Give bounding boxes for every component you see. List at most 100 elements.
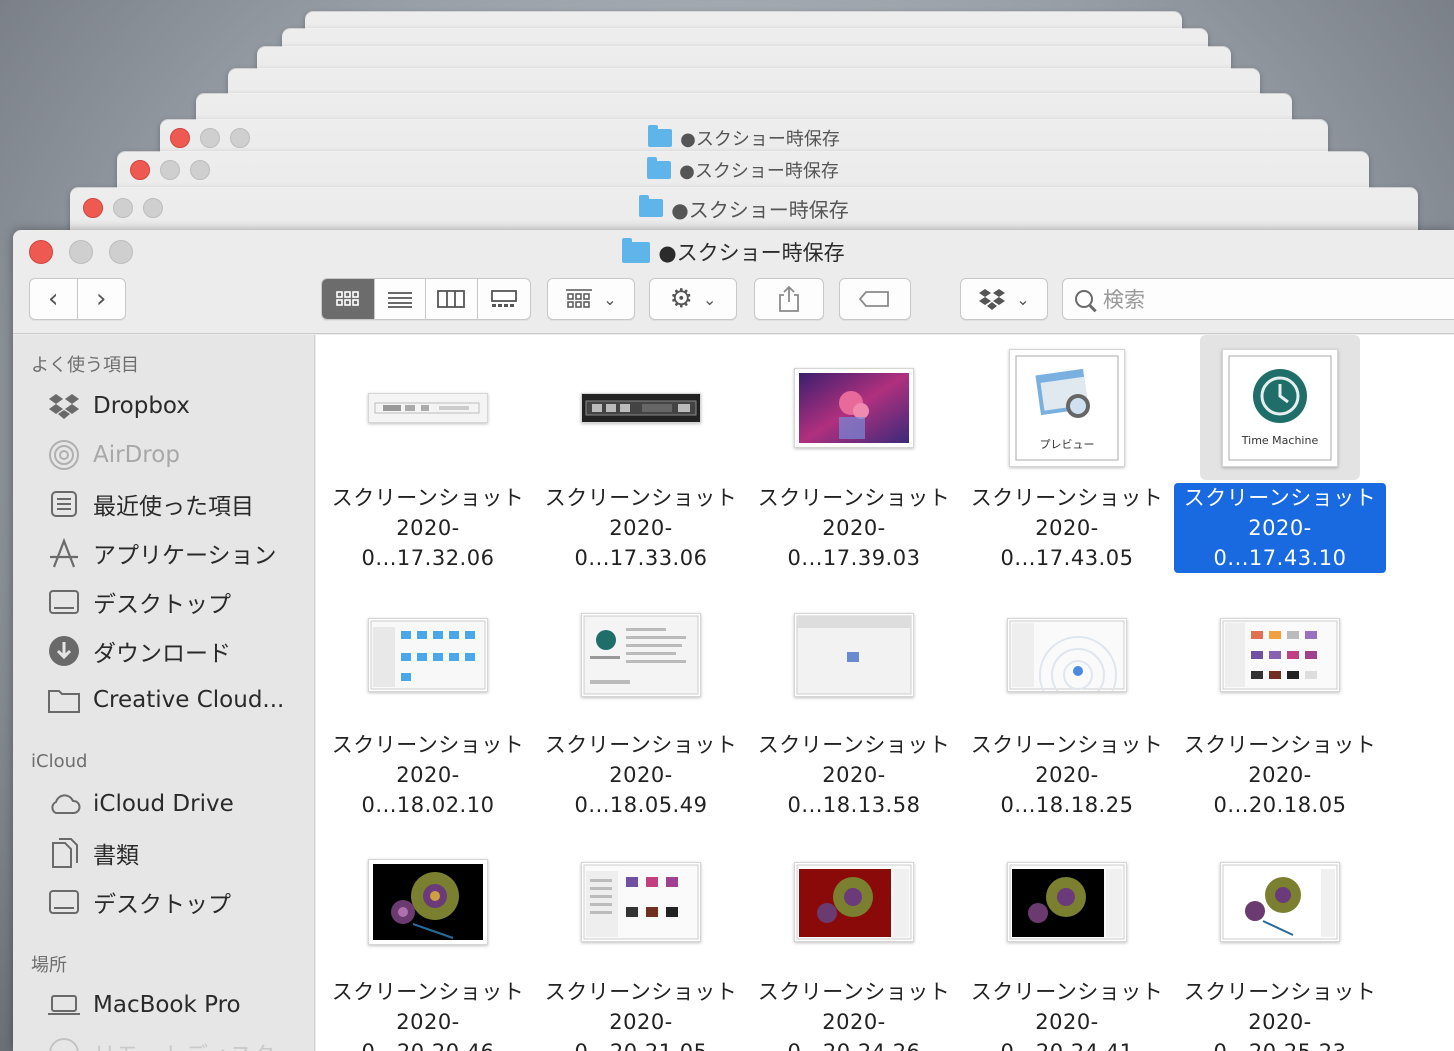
- sidebar-item-desktop[interactable]: デスクトップ: [47, 584, 231, 620]
- file-thumbnail: [1220, 617, 1340, 692]
- file-name: スクリーンショット: [757, 980, 951, 1004]
- sidebar-section-favorites: よく使う項目: [31, 355, 139, 376]
- sidebar-item-label: Dropbox: [93, 393, 190, 419]
- share-button[interactable]: [754, 278, 824, 320]
- file-name-date: 2020-0...18.18.25: [1000, 763, 1134, 817]
- zoom-icon[interactable]: [109, 240, 133, 264]
- window-title: ●スクショー時保存: [679, 161, 839, 182]
- thumbnail-caption: Time Machine: [1241, 433, 1319, 447]
- file-name: スクリーンショット: [544, 980, 738, 1004]
- sidebar-item-creative-cloud[interactable]: Creative Cloud...: [47, 682, 284, 718]
- chevron-down-icon: ⌄: [702, 289, 717, 309]
- file-name-date: 2020-0...17.43.05: [1000, 516, 1134, 570]
- gallery-view-button[interactable]: [478, 279, 530, 319]
- file-thumbnail: [794, 612, 914, 697]
- chevron-down-icon: ⌄: [603, 289, 617, 309]
- file-name: スクリーンショット: [757, 733, 951, 757]
- forward-button[interactable]: ›: [78, 279, 126, 319]
- sidebar-item-label: アプリケーション: [93, 543, 277, 569]
- list-view-button[interactable]: [375, 279, 426, 319]
- sidebar-item-label: デスクトップ: [93, 592, 231, 618]
- file-thumbnail: [1220, 861, 1340, 942]
- tags-button[interactable]: [839, 278, 911, 320]
- file-thumbnail: [368, 858, 488, 945]
- gear-icon: ⚙: [669, 284, 693, 314]
- file-name-date: 2020-0...18.13.58: [787, 763, 921, 817]
- list-icon: [387, 292, 412, 308]
- file-thumbnail: [794, 861, 914, 942]
- share-icon: [779, 285, 799, 312]
- back-button[interactable]: ‹: [30, 279, 78, 319]
- file-name: スクリーンショット: [1183, 980, 1377, 1004]
- sidebar-section-icloud: iCloud: [31, 751, 88, 772]
- toolbar: ‹ › ⌄ ⚙ ⌄ ⌄ 検索: [13, 274, 1454, 334]
- window-title: ●スクショー時保存: [658, 241, 845, 265]
- sidebar-item-airdrop[interactable]: AirDrop: [47, 437, 180, 473]
- search-placeholder: 検索: [1103, 288, 1145, 312]
- folder-icon: [622, 237, 651, 263]
- disc-icon: [47, 1038, 81, 1051]
- sidebar-item-downloads[interactable]: ダウンロード: [47, 633, 231, 669]
- airdrop-icon: [47, 440, 81, 470]
- sidebar-section-places: 場所: [31, 955, 67, 976]
- download-icon: [47, 636, 81, 666]
- desktop-icon: [47, 587, 81, 617]
- view-mode-control: [321, 278, 531, 320]
- sidebar-item-recents[interactable]: 最近使った項目: [47, 486, 254, 522]
- file-thumbnail: [368, 617, 488, 692]
- file-name-date: 2020-0...20.24.26: [788, 1010, 920, 1051]
- sidebar-item-label: Creative Cloud...: [93, 687, 285, 713]
- file-name: スクリーンショット: [1183, 733, 1377, 757]
- group-icon: [566, 289, 593, 308]
- folder-icon: [47, 685, 81, 715]
- sidebar-item-macbook-pro[interactable]: MacBook Pro: [47, 987, 241, 1023]
- nav-buttons: ‹ ›: [29, 278, 126, 320]
- chevron-right-icon: ›: [96, 284, 107, 314]
- folder-icon: [648, 125, 673, 147]
- title-bar[interactable]: ●スクショー時保存: [13, 230, 1454, 274]
- sidebar-item-dropbox[interactable]: Dropbox: [47, 388, 190, 424]
- file-name: スクリーンショット: [544, 486, 738, 510]
- sidebar-item-icloud-drive[interactable]: iCloud Drive: [47, 786, 234, 822]
- column-view-button[interactable]: [426, 279, 478, 319]
- file-name-date: 2020-0...17.43.10: [1182, 513, 1378, 573]
- thumbnail-caption: プレビュー: [1039, 437, 1095, 451]
- file-name-date: 2020-0...18.02.10: [361, 763, 495, 817]
- sidebar-item-label: iCloud Drive: [93, 791, 234, 817]
- recents-icon: [47, 489, 81, 519]
- folder-icon: [647, 157, 672, 179]
- file-thumbnail: [794, 367, 914, 448]
- window-title: ●スクショー時保存: [680, 129, 840, 150]
- sidebar-item-label: MacBook Pro: [93, 992, 241, 1018]
- sidebar-item-documents[interactable]: 書類: [47, 835, 139, 871]
- search-field[interactable]: 検索: [1062, 278, 1454, 320]
- sidebar-item-label: デスクトップ: [93, 892, 231, 918]
- file-grid: スクリーンショット 2020-0...17.32.06 スクリーンショット 2020…: [316, 335, 1454, 1051]
- file-name-date: 2020-0...20.24.41: [1001, 1010, 1133, 1051]
- close-icon[interactable]: [29, 240, 53, 264]
- action-button[interactable]: ⚙ ⌄: [649, 278, 737, 320]
- file-name-date: 2020-0...20.25.23: [1214, 1010, 1346, 1051]
- group-by-button[interactable]: ⌄: [547, 278, 635, 320]
- dropbox-icon: [979, 289, 1006, 310]
- chevron-left-icon: ‹: [48, 284, 59, 314]
- file-name: スクリーンショット: [970, 980, 1164, 1004]
- file-thumbnail: [581, 861, 701, 942]
- dropbox-menu-button[interactable]: ⌄: [960, 278, 1048, 320]
- file-thumbnail: [581, 612, 701, 697]
- file-thumbnail: [1007, 861, 1127, 942]
- search-icon: [1075, 290, 1093, 308]
- file-name: スクリーンショット: [331, 486, 525, 510]
- window-title: ●スクショー時保存: [671, 197, 849, 222]
- file-name: スクリーンショット: [544, 733, 738, 757]
- file-name: スクリーンショット: [970, 733, 1164, 757]
- grid-icon: [335, 291, 359, 306]
- sidebar-item-label: ダウンロード: [93, 641, 231, 667]
- sidebar-item-icloud-desktop[interactable]: デスクトップ: [47, 884, 231, 920]
- minimize-icon[interactable]: [69, 240, 93, 264]
- sidebar-item-applications[interactable]: アプリケーション: [47, 535, 277, 571]
- file-thumbnail: プレビュー: [1009, 348, 1125, 467]
- documents-icon: [47, 838, 81, 868]
- sidebar-item-remote-disc[interactable]: リモートディスク: [47, 1035, 275, 1051]
- icon-view-button[interactable]: [322, 279, 375, 319]
